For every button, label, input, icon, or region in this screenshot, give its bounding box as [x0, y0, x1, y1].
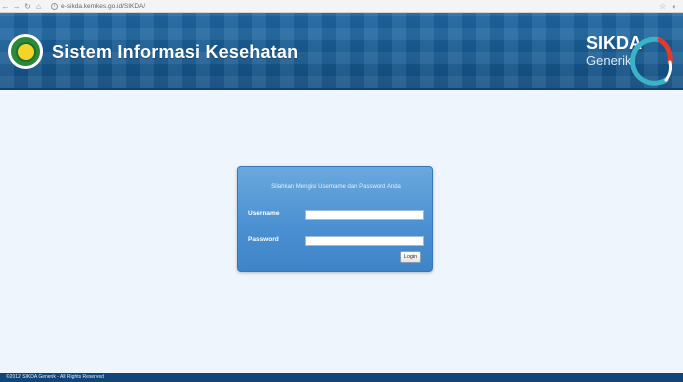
back-arrow-icon[interactable]: ← — [0, 1, 11, 12]
address-bar-url: e-sikda.kemkes.go.id/SIKDA/ — [61, 2, 146, 10]
login-prompt: Silahkan Mengisi Username dan Password A… — [271, 184, 401, 190]
login-panel: Silahkan Mengisi Username dan Password A… — [237, 166, 433, 272]
password-input[interactable] — [305, 236, 424, 246]
page-title: Sistem Informasi Kesehatan — [52, 42, 299, 62]
username-label: Username — [248, 210, 280, 217]
reload-icon[interactable]: ↻ — [22, 1, 33, 12]
login-button[interactable]: Login — [400, 251, 421, 263]
site-header: Sistem Informasi Kesehatan SIKDA Generik — [0, 13, 683, 90]
forward-arrow-icon[interactable]: → — [11, 1, 22, 12]
logo-emblem-icon — [15, 41, 36, 62]
password-label: Password — [248, 236, 279, 243]
browser-toolbar: ← → ↻ ⌂ i e-sikda.kemkes.go.id/SIKDA/ ☆ … — [0, 0, 683, 13]
home-icon[interactable]: ⌂ — [33, 1, 44, 12]
footer: ©2012 SIKDA Generik - All Rights Reserve… — [0, 373, 683, 382]
address-bar[interactable]: i e-sikda.kemkes.go.id/SIKDA/ — [48, 1, 148, 11]
extension-icon[interactable]: ◐ — [672, 2, 677, 11]
info-icon[interactable]: i — [51, 2, 58, 10]
sikda-ring-logo-icon — [629, 36, 673, 86]
kemenkes-logo — [8, 34, 43, 69]
bookmark-star-icon[interactable]: ☆ — [659, 2, 666, 11]
footer-copyright: ©2012 SIKDA Generik - All Rights Reserve… — [6, 374, 104, 380]
username-input[interactable] — [305, 210, 424, 220]
